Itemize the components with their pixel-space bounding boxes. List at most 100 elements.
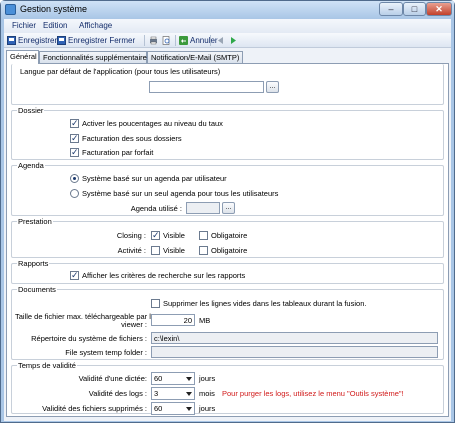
agenda-single-label: Système basé sur un seul agenda pour tou…: [82, 189, 279, 198]
print-preview-icon: [162, 36, 170, 45]
toolbar-separator: [210, 35, 211, 46]
prestation-section: Prestation Closing : Visible Obligatoire…: [11, 217, 444, 258]
menu-edition[interactable]: Edition: [43, 21, 67, 30]
closing-visible-label: Visible: [163, 231, 185, 240]
validite-title: Temps de validité: [17, 361, 77, 370]
chevron-down-icon: [186, 377, 192, 381]
dictee-label: Validité d'une dictée:: [78, 374, 147, 383]
max-size-input[interactable]: 20: [151, 314, 195, 326]
closing-required-checkbox[interactable]: [199, 231, 208, 240]
save-close-button[interactable]: Enregistrer Fermer: [57, 35, 135, 46]
agenda-per-user-radio[interactable]: [70, 174, 79, 183]
language-section: Langue par défaut de l'application (pour…: [11, 64, 444, 105]
agenda-per-user-label: Système basé sur un agenda par utilisate…: [82, 174, 227, 183]
cancel-label: Annuler: [190, 36, 218, 45]
max-size-label-line2: viewer :: [121, 320, 147, 329]
language-input[interactable]: [149, 81, 264, 93]
client-area: Fichier Edition Affichage Enregistrer En…: [4, 19, 451, 421]
window: Gestion système – □ ✕ Fichier Edition Af…: [0, 0, 455, 423]
logs-unit: mois: [199, 389, 215, 398]
documents-section: Documents Supprimer les lignes vides dan…: [11, 285, 444, 360]
dictee-unit: jours: [199, 374, 216, 383]
subfolder-billing-checkbox[interactable]: [70, 133, 79, 144]
printer-icon: [150, 36, 157, 45]
agenda-browse-button[interactable]: ...: [222, 202, 235, 214]
subfolder-billing-label: Facturation des sous dossiers: [82, 134, 182, 143]
language-label: Langue par défaut de l'application (pour…: [20, 67, 221, 76]
save-button[interactable]: Enregistrer: [7, 35, 57, 46]
flat-billing-label: Facturation par forfait: [82, 148, 154, 157]
rapports-title: Rapports: [17, 259, 50, 268]
percent-rate-checkbox[interactable]: [70, 118, 79, 129]
agenda-single-radio[interactable]: [70, 189, 79, 198]
closing-required-label: Obligatoire: [211, 231, 248, 240]
max-size-unit: MB: [199, 316, 211, 325]
deleted-files-unit: jours: [199, 404, 216, 413]
minimize-button[interactable]: –: [379, 2, 403, 16]
save-label: Enregistrer: [18, 36, 58, 45]
logs-purge-note: Pour purger les logs, utilisez le menu "…: [222, 389, 404, 398]
menu-fichier[interactable]: Fichier: [12, 21, 36, 30]
activite-visible-checkbox[interactable]: [151, 246, 160, 255]
activite-required-label: Obligatoire: [211, 246, 248, 255]
flat-billing-checkbox[interactable]: [70, 147, 79, 158]
dictee-value: 60: [154, 374, 163, 383]
general-panel: Langue par défaut de l'application (pour…: [6, 63, 449, 417]
temp-folder-label: File system temp folder :: [65, 348, 147, 357]
deleted-files-select[interactable]: 60: [151, 402, 195, 415]
forward-button[interactable]: [229, 35, 238, 46]
close-button[interactable]: ✕: [426, 2, 452, 16]
logs-value: 3: [154, 389, 159, 398]
cancel-button[interactable]: Annuler: [179, 35, 218, 46]
toolbar-separator: [175, 35, 176, 46]
closing-label: Closing :: [116, 231, 146, 240]
repo-input[interactable]: c:\lexin\: [151, 332, 438, 344]
menu-bar: Fichier Edition Affichage: [4, 19, 451, 33]
chevron-down-icon: [186, 392, 192, 396]
dossier-section: Dossier Activer les poucentages au nivea…: [11, 106, 444, 160]
menu-affichage[interactable]: Affichage: [79, 21, 112, 30]
rapports-section: Rapports Afficher les critères de recher…: [11, 259, 444, 284]
toolbar: Enregistrer Enregistrer Fermer Annuler: [4, 33, 451, 48]
save-close-label: Enregistrer Fermer: [68, 36, 136, 45]
validite-section: Temps de validité Validité d'une dictée:…: [11, 361, 444, 415]
tab-general[interactable]: Général: [6, 50, 39, 64]
activite-visible-label: Visible: [163, 246, 185, 255]
save-icon: [7, 36, 16, 45]
save-close-icon: [57, 36, 66, 45]
report-criteria-label: Afficher les critères de recherche sur l…: [82, 271, 246, 280]
print-preview-button[interactable]: [162, 35, 171, 46]
temp-folder-input[interactable]: [151, 346, 438, 358]
agenda-used-label: Agenda utilisé :: [130, 204, 182, 213]
maximize-button[interactable]: □: [403, 2, 426, 16]
agenda-section: Agenda Système basé sur un agenda par ut…: [11, 161, 444, 216]
arrow-right-icon: [231, 37, 236, 44]
chevron-down-icon: [186, 407, 192, 411]
deleted-files-label: Validité des fichiers supprimés :: [42, 404, 147, 413]
dictee-select[interactable]: 60: [151, 372, 195, 385]
print-button[interactable]: [149, 35, 158, 46]
report-criteria-checkbox[interactable]: [70, 270, 79, 281]
prestation-title: Prestation: [17, 217, 53, 226]
closing-visible-checkbox[interactable]: [151, 230, 160, 241]
remove-empty-lines-label: Supprimer les lignes vides dans les tabl…: [163, 299, 367, 308]
title-bar[interactable]: Gestion système – □ ✕: [1, 1, 454, 19]
back-button[interactable]: [216, 35, 225, 46]
repo-label: Répertoire du système de fichiers :: [31, 334, 147, 343]
remove-empty-lines-checkbox[interactable]: [151, 299, 160, 308]
toolbar-separator: [144, 35, 145, 46]
logs-select[interactable]: 3: [151, 387, 195, 400]
activite-required-checkbox[interactable]: [199, 246, 208, 255]
tab-notification[interactable]: Notification/E-Mail (SMTP): [147, 51, 243, 63]
deleted-files-value: 60: [154, 404, 163, 413]
agenda-title: Agenda: [17, 161, 45, 170]
logs-label: Validité des logs :: [88, 389, 147, 398]
activite-label: Activité :: [117, 246, 146, 255]
window-title: Gestion système: [20, 4, 88, 14]
documents-title: Documents: [17, 285, 57, 294]
agenda-used-input[interactable]: [186, 202, 220, 214]
tab-fonctionnalites[interactable]: Fonctionnalités supplémentaires: [39, 51, 151, 63]
percent-rate-label: Activer les poucentages au niveau du tau…: [82, 119, 223, 128]
language-browse-button[interactable]: ...: [266, 81, 279, 93]
dossier-title: Dossier: [17, 106, 45, 115]
